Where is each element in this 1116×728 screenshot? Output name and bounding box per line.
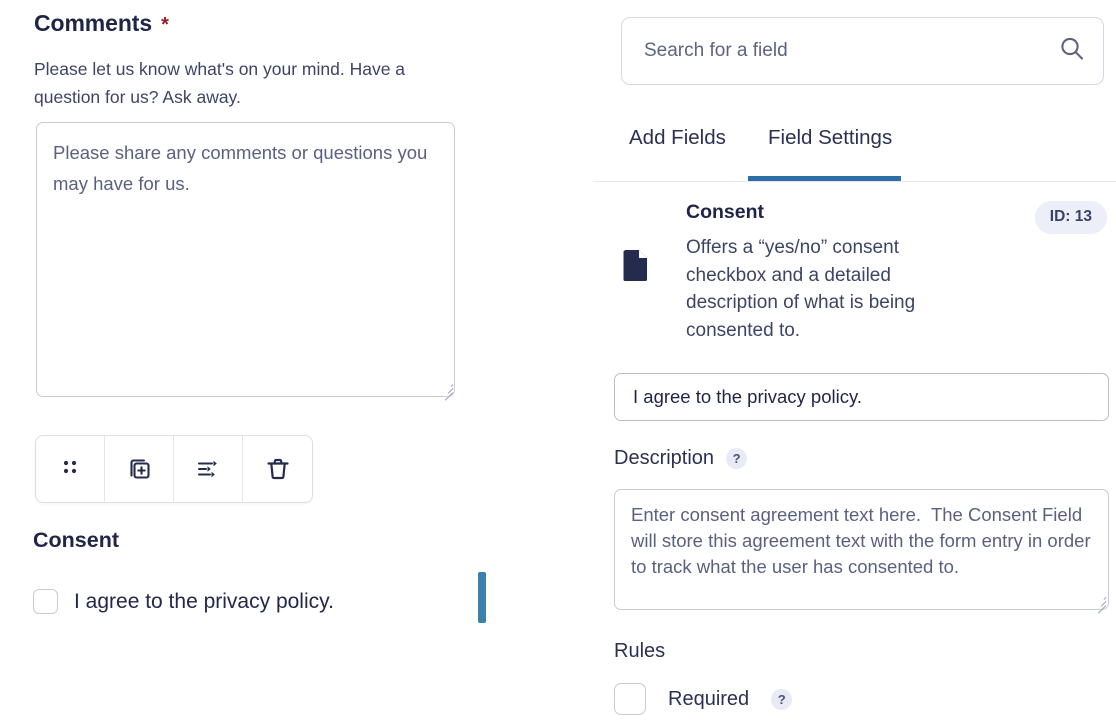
field-card-description: Offers a “yes/no” consent checkbox and a… xyxy=(686,237,916,341)
search-input[interactable] xyxy=(621,17,1104,85)
duplicate-button[interactable] xyxy=(105,436,174,502)
comments-field-description: Please let us know what's on your mind. … xyxy=(34,59,406,107)
form-builder-screen: Comments * Please let us know what's on … xyxy=(0,0,1116,728)
rule-required-row: Required ? xyxy=(614,683,793,715)
search-field-wrapper xyxy=(621,17,1104,85)
settings-tabs: Add Fields Field Settings xyxy=(593,118,1116,182)
comments-field-label-row: Comments * xyxy=(34,10,169,37)
active-tab-underline xyxy=(748,176,901,181)
consent-section-heading: Consent xyxy=(33,528,119,552)
required-checkbox[interactable] xyxy=(614,683,646,715)
field-card-title: Consent xyxy=(686,201,764,223)
field-label-input[interactable] xyxy=(614,373,1109,421)
consent-checkbox[interactable] xyxy=(33,589,58,614)
edit-caret-indicator xyxy=(478,572,486,623)
required-asterisk: * xyxy=(161,14,169,36)
tab-add-fields[interactable]: Add Fields xyxy=(623,118,732,182)
field-settings-panel: Add Fields Field Settings Consent Offers… xyxy=(593,0,1116,728)
drag-handle-icon xyxy=(59,456,81,482)
settings-button[interactable] xyxy=(174,436,243,502)
help-icon-description[interactable]: ? xyxy=(726,448,748,469)
field-toolbar xyxy=(35,435,313,503)
document-icon xyxy=(623,249,649,286)
description-textarea[interactable] xyxy=(614,489,1109,610)
required-label: Required xyxy=(668,687,750,710)
description-label: Description xyxy=(614,447,715,469)
rules-label: Rules xyxy=(614,640,666,662)
page-title: Comments xyxy=(34,10,153,36)
drag-handle-button[interactable] xyxy=(36,436,105,502)
tab-field-settings[interactable]: Field Settings xyxy=(762,118,898,182)
consent-checkbox-label: I agree to the privacy policy. xyxy=(74,590,334,613)
trash-icon xyxy=(263,454,293,484)
consent-checkbox-row[interactable]: I agree to the privacy policy. xyxy=(33,589,334,614)
sliders-icon xyxy=(193,454,223,484)
description-label-row: Description ? xyxy=(614,447,748,470)
delete-button[interactable] xyxy=(243,436,312,502)
comments-textarea[interactable] xyxy=(36,122,455,397)
duplicate-icon xyxy=(124,454,154,484)
form-preview-panel: Comments * Please let us know what's on … xyxy=(0,0,593,728)
status-badge: ID: 13 xyxy=(1034,201,1107,234)
help-icon-required[interactable]: ? xyxy=(771,688,793,710)
